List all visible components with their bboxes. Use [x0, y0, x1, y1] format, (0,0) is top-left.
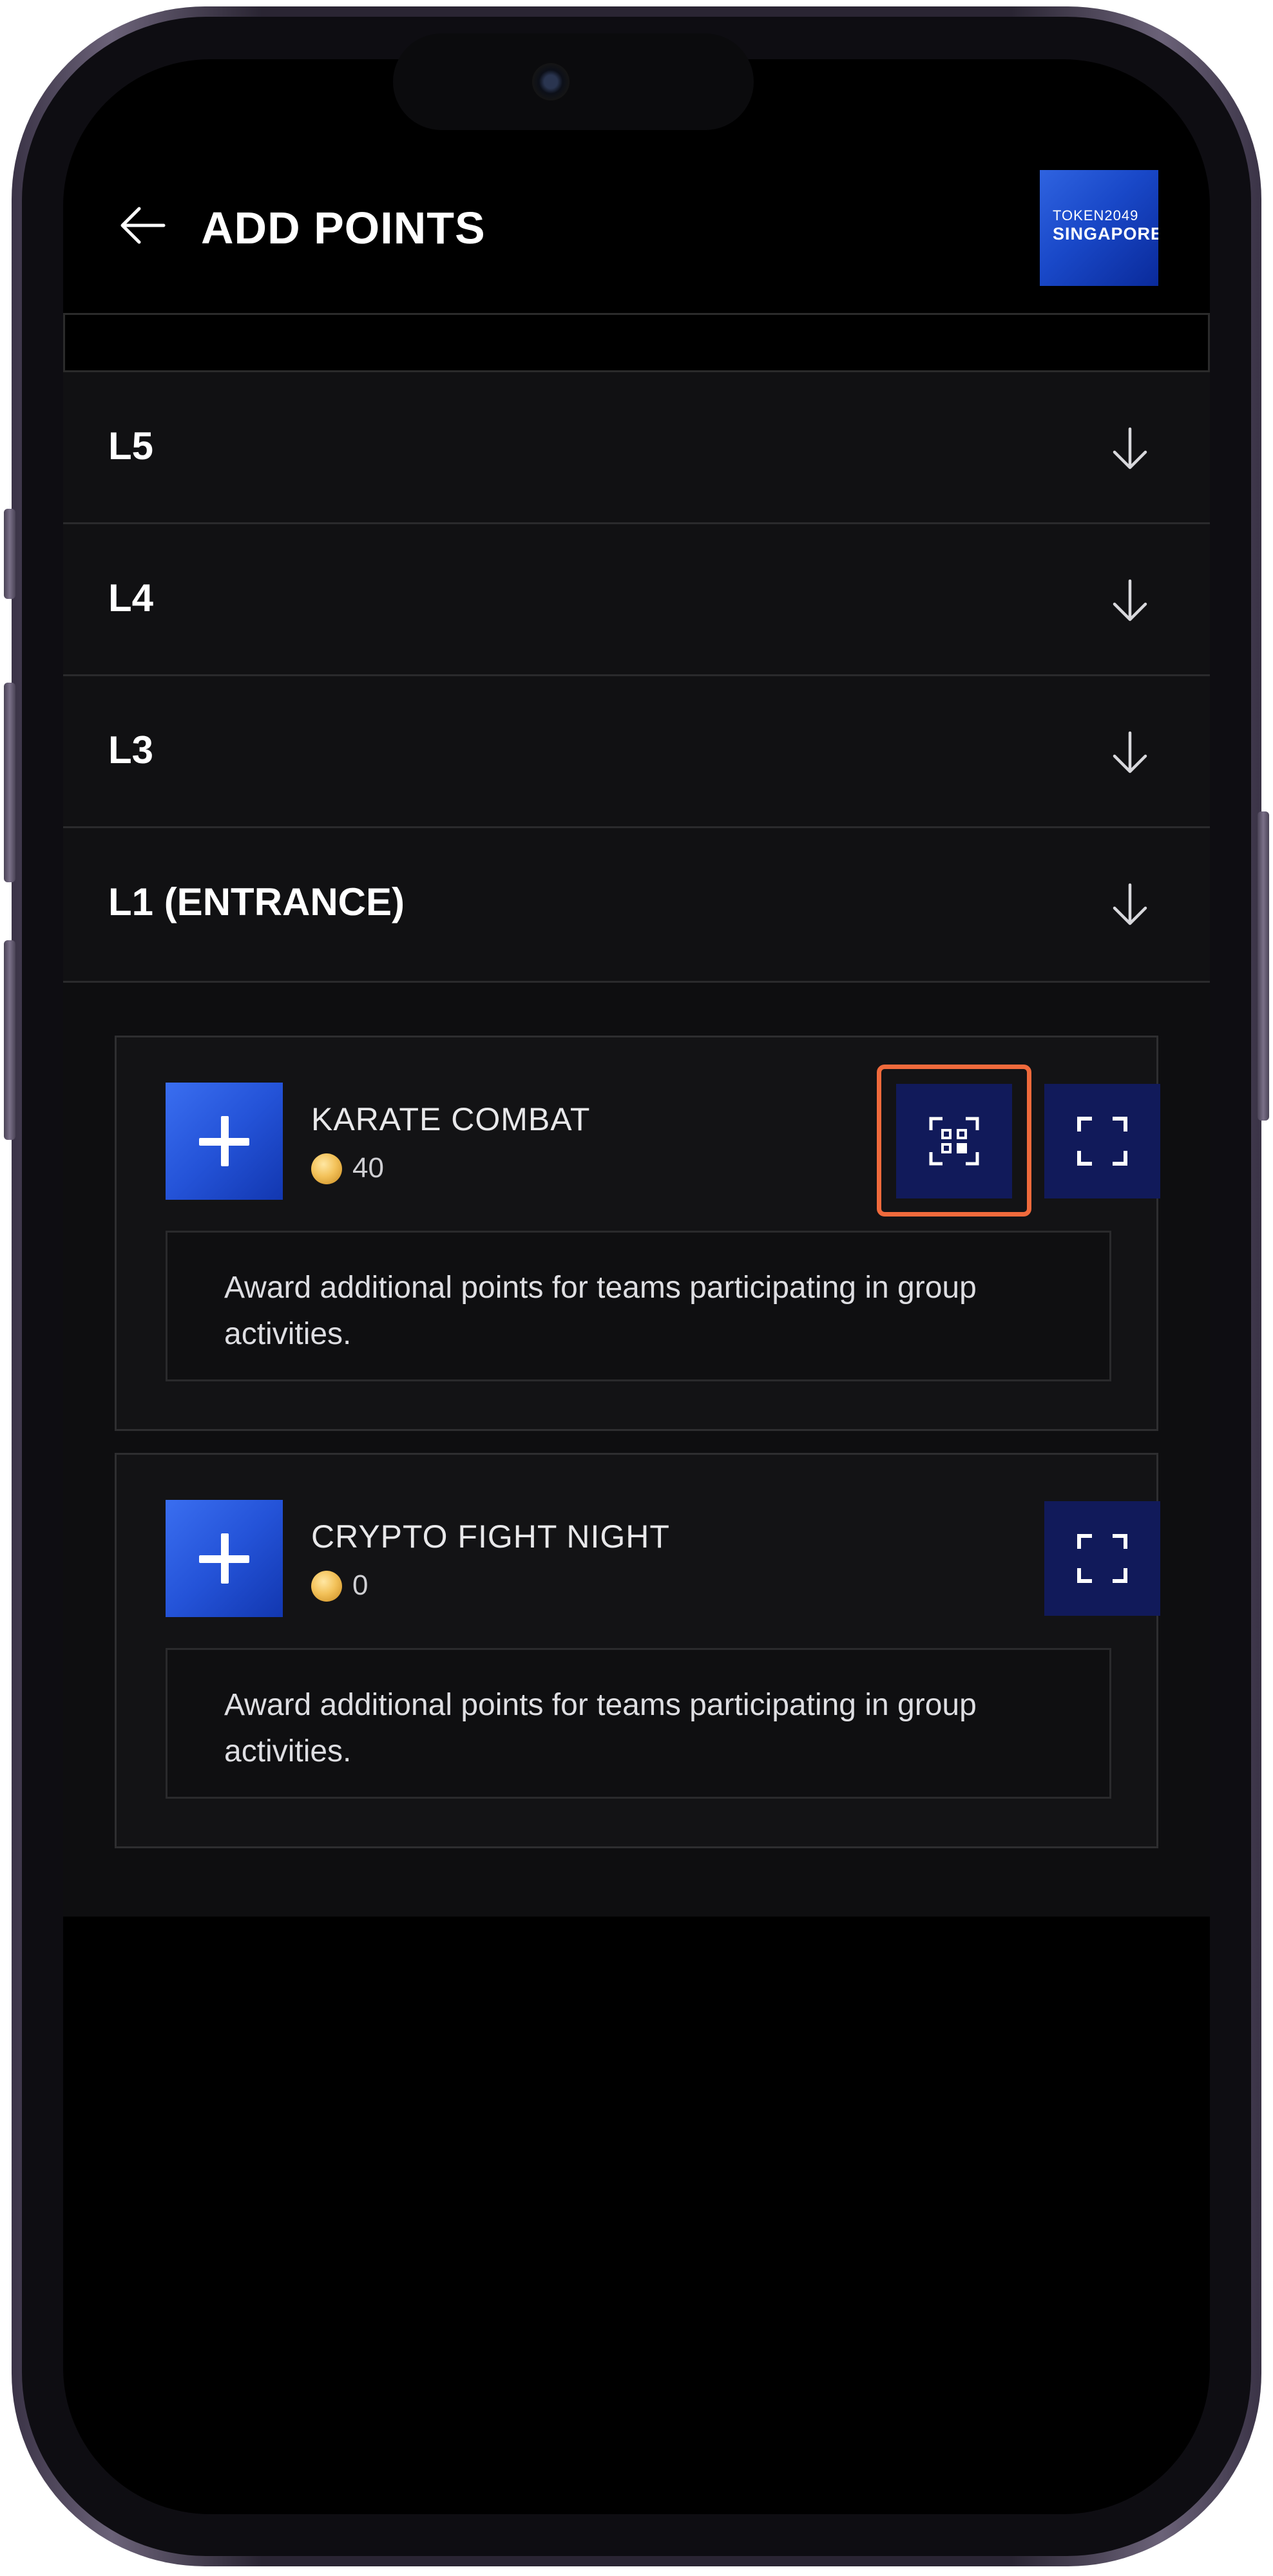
arrow-down-icon[interactable]: [1107, 881, 1153, 927]
event-logo-line1: TOKEN2049: [1053, 207, 1139, 223]
arrow-down-icon[interactable]: [1107, 577, 1153, 623]
activity-card: KARATE COMBAT 40 Award additional points…: [115, 1036, 1160, 1431]
section-l4[interactable]: L4: [63, 524, 1210, 676]
volume-up-button: [4, 683, 15, 882]
arrow-left-icon[interactable]: [117, 200, 169, 251]
activity-description-box: Award additional points for teams partic…: [166, 1231, 1111, 1381]
section-l5[interactable]: L5: [63, 372, 1210, 524]
volume-down-button: [4, 940, 15, 1140]
scan-frame-button[interactable]: [1044, 1501, 1160, 1616]
section-label: L3: [108, 728, 154, 772]
activity-description: Award additional points for teams partic…: [224, 1688, 977, 1768]
coin-icon: [311, 1153, 342, 1184]
activity-points: 40: [352, 1152, 384, 1184]
section-label: L1 (ENTRANCE): [108, 880, 405, 923]
dynamic-island: [393, 33, 754, 130]
page-title: ADD POINTS: [201, 203, 486, 253]
activity-description: Award additional points for teams partic…: [224, 1271, 977, 1351]
section-placeholder: [63, 313, 1210, 372]
highlight-box: [877, 1065, 1031, 1217]
scan-frame-icon: [1077, 1534, 1127, 1583]
arrow-down-icon[interactable]: [1107, 425, 1153, 471]
event-logo-line2: SINGAPORE: [1053, 224, 1158, 243]
scan-frame-icon: [1077, 1117, 1127, 1166]
scan-frame-button[interactable]: [1044, 1084, 1160, 1198]
action-button: [4, 509, 15, 599]
section-label: L4: [108, 576, 154, 620]
activity-description-box: Award additional points for teams partic…: [166, 1648, 1111, 1799]
section-l1-content: KARATE COMBAT 40 Award additional points…: [63, 983, 1210, 1917]
activity-name: CRYPTO FIGHT NIGHT: [311, 1519, 670, 1555]
coin-icon: [311, 1571, 342, 1602]
power-button: [1258, 811, 1269, 1121]
activity-card: CRYPTO FIGHT NIGHT 0 Award additional po…: [115, 1453, 1160, 1848]
section-l3[interactable]: L3: [63, 676, 1210, 828]
event-logo[interactable]: TOKEN2049 SINGAPORE: [1040, 170, 1158, 286]
front-camera: [532, 63, 570, 100]
activity-points: 0: [352, 1569, 368, 1601]
app-screen: ADD POINTS TOKEN2049 SINGAPORE L5 L4 L3 …: [63, 59, 1210, 2514]
activity-name: KARATE COMBAT: [311, 1101, 591, 1137]
add-points-button[interactable]: [166, 1500, 283, 1617]
add-points-button[interactable]: [166, 1083, 283, 1200]
arrow-down-icon[interactable]: [1107, 729, 1153, 775]
section-label: L5: [108, 424, 154, 468]
section-l1-entrance[interactable]: L1 (ENTRANCE): [63, 828, 1210, 983]
